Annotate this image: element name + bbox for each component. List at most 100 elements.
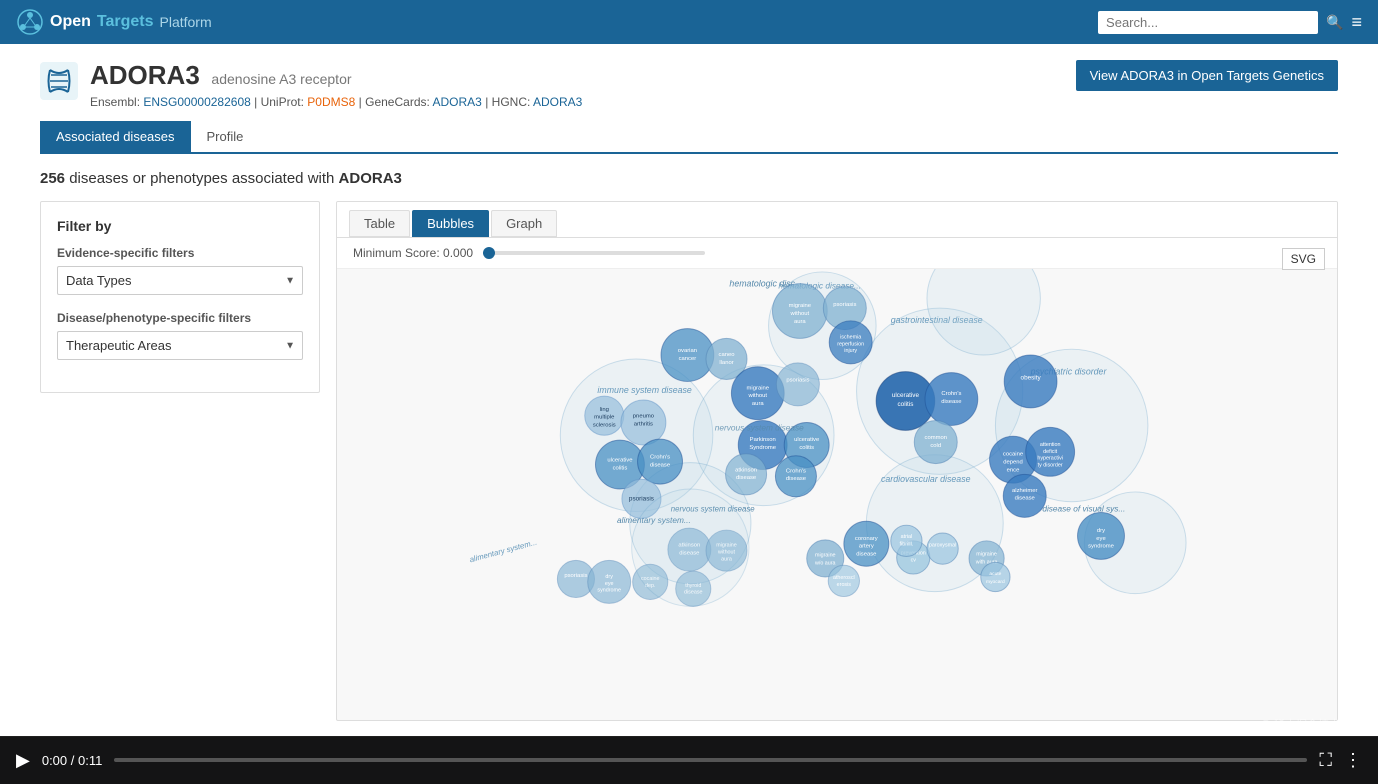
tab-associated-diseases[interactable]: Associated diseases: [40, 121, 191, 152]
svg-text:erosis: erosis: [837, 582, 852, 588]
association-target: ADORA3: [339, 170, 402, 187]
viz-tab-bubbles[interactable]: Bubbles: [412, 210, 489, 237]
svg-text:obesity: obesity: [1021, 374, 1042, 381]
svg-text:deficit: deficit: [1043, 449, 1058, 455]
svg-text:immune system disease: immune system disease: [597, 385, 691, 395]
search-button[interactable]: 🔍: [1326, 14, 1343, 31]
more-options-button[interactable]: ⋮: [1344, 750, 1362, 771]
svg-text:Syndrome: Syndrome: [749, 445, 776, 451]
svg-text:attention: attention: [1040, 442, 1061, 448]
therapeutic-areas-wrapper: Therapeutic Areas: [57, 331, 303, 360]
svg-text:reperfusion: reperfusion: [837, 341, 864, 347]
score-slider-track[interactable]: [485, 251, 705, 255]
tab-profile[interactable]: Profile: [191, 121, 260, 152]
ot-genetics-button[interactable]: View ADORA3 in Open Targets Genetics: [1076, 60, 1338, 91]
svg-text:atheroscl: atheroscl: [833, 575, 855, 581]
svg-text:disease: disease: [786, 476, 806, 482]
genecards-label: GeneCards:: [365, 95, 430, 109]
time-total: 0:11: [78, 753, 102, 768]
data-types-select[interactable]: Data Types: [57, 266, 303, 295]
svg-text:syndrome: syndrome: [1088, 544, 1114, 550]
svg-text:ulcerative: ulcerative: [892, 392, 920, 399]
play-button[interactable]: ▶: [16, 750, 30, 771]
svg-text:w/o aura: w/o aura: [814, 560, 836, 566]
menu-button[interactable]: ≡: [1351, 12, 1362, 33]
svg-text:depend: depend: [1003, 460, 1023, 466]
svg-text:ulcerative: ulcerative: [607, 458, 632, 464]
filter-title: Filter by: [57, 218, 303, 234]
svg-text:nervous system disease: nervous system disease: [715, 422, 804, 432]
svg-text:disease: disease: [856, 551, 876, 557]
time-display: 0:00 / 0:11: [42, 753, 103, 768]
logo-platform: Platform: [160, 14, 212, 30]
svg-text:cardiovascular disease: cardiovascular disease: [881, 474, 971, 484]
svg-text:multiple: multiple: [594, 415, 614, 421]
time-current: 0:00: [42, 753, 67, 768]
svg-text:ling: ling: [600, 407, 609, 413]
search-input[interactable]: [1098, 11, 1318, 34]
svg-text:disease: disease: [941, 399, 961, 405]
therapeutic-areas-select[interactable]: Therapeutic Areas: [57, 331, 303, 360]
svg-text:migraine: migraine: [815, 552, 836, 558]
ensembl-link[interactable]: ENSG00000282608: [143, 95, 250, 109]
fullscreen-button[interactable]: ⛶: [1319, 750, 1332, 771]
viz-tab-table[interactable]: Table: [349, 210, 410, 237]
svg-text:disease: disease: [1015, 496, 1035, 502]
video-progress-bar[interactable]: [114, 758, 1307, 762]
svg-text:Crohn's: Crohn's: [941, 391, 961, 397]
association-text-end: associated with: [232, 170, 335, 187]
uniprot-link[interactable]: P0DMS8: [307, 95, 355, 109]
svg-text:disease: disease: [650, 463, 670, 469]
svg-text:common: common: [925, 435, 947, 441]
svg-text:artery: artery: [859, 544, 874, 550]
main-content: ADORA3 adenosine A3 receptor Ensembl: EN…: [0, 44, 1378, 737]
association-count: 256: [40, 170, 65, 187]
svg-text:pneumo: pneumo: [633, 414, 655, 420]
page-tabs: Associated diseases Profile: [40, 121, 1338, 154]
hgnc-label: HGNC:: [492, 95, 531, 109]
svg-text:alimentary system...: alimentary system...: [469, 538, 538, 565]
svg-text:disease: disease: [736, 475, 756, 481]
svg-text:fibrilll.: fibrilll.: [900, 542, 914, 548]
genecards-link[interactable]: ADORA3: [433, 95, 482, 109]
viz-panel: Table Bubbles Graph SVG Minimum Score: 0…: [336, 201, 1338, 721]
association-summary: 256 diseases or phenotypes associated wi…: [40, 170, 1338, 187]
watermark: @ 稀土掘金技术社区: [1260, 716, 1362, 732]
svg-text:injury: injury: [844, 348, 857, 354]
svg-text:migraine: migraine: [747, 385, 769, 391]
svg-text:cancer: cancer: [679, 356, 697, 362]
viz-tab-graph[interactable]: Graph: [491, 210, 557, 237]
logo-open: Open: [50, 13, 91, 31]
svg-text:colitis: colitis: [613, 465, 628, 471]
bubble-chart: immune system disease hematologic diseas…: [337, 269, 1337, 709]
gene-name: ADORA3: [90, 60, 200, 90]
svg-text:Crohn's: Crohn's: [650, 455, 670, 461]
gene-links: Ensembl: ENSG00000282608 | UniProt: P0DM…: [90, 95, 582, 109]
svg-text:ty disorder: ty disorder: [1038, 463, 1063, 469]
svg-text:aura: aura: [752, 401, 764, 407]
svg-export-button[interactable]: SVG: [1282, 248, 1325, 270]
gene-subtitle: adenosine A3 receptor: [211, 71, 351, 87]
slider-thumb[interactable]: [483, 247, 495, 259]
svg-text:ence: ence: [1007, 467, 1020, 473]
svg-text:colitis: colitis: [898, 401, 914, 408]
logo[interactable]: Open Targets Platform: [16, 8, 212, 36]
gene-icon: [40, 62, 78, 100]
svg-text:myocard: myocard: [986, 579, 1005, 585]
svg-text:coronary: coronary: [855, 536, 878, 542]
svg-text:alzheimer: alzheimer: [1012, 488, 1037, 494]
svg-text:psoriasis: psoriasis: [629, 496, 654, 503]
hgnc-link[interactable]: ADORA3: [533, 95, 582, 109]
gene-network-icon: [16, 8, 44, 36]
svg-text:without: without: [790, 311, 810, 317]
svg-text:Crohn's: Crohn's: [786, 468, 806, 474]
svg-text:atkinson: atkinson: [735, 467, 757, 473]
svg-text:paroxysmal: paroxysmal: [929, 543, 956, 549]
logo-targets: Targets: [97, 13, 154, 31]
evidence-filter-label: Evidence-specific filters: [57, 246, 303, 260]
svg-text:cv: cv: [911, 557, 917, 563]
svg-text:atrial: atrial: [901, 534, 913, 540]
ensembl-label: Ensembl:: [90, 95, 140, 109]
association-text-middle: diseases or phenotypes: [69, 170, 227, 187]
data-types-wrapper: Data Types: [57, 266, 303, 295]
